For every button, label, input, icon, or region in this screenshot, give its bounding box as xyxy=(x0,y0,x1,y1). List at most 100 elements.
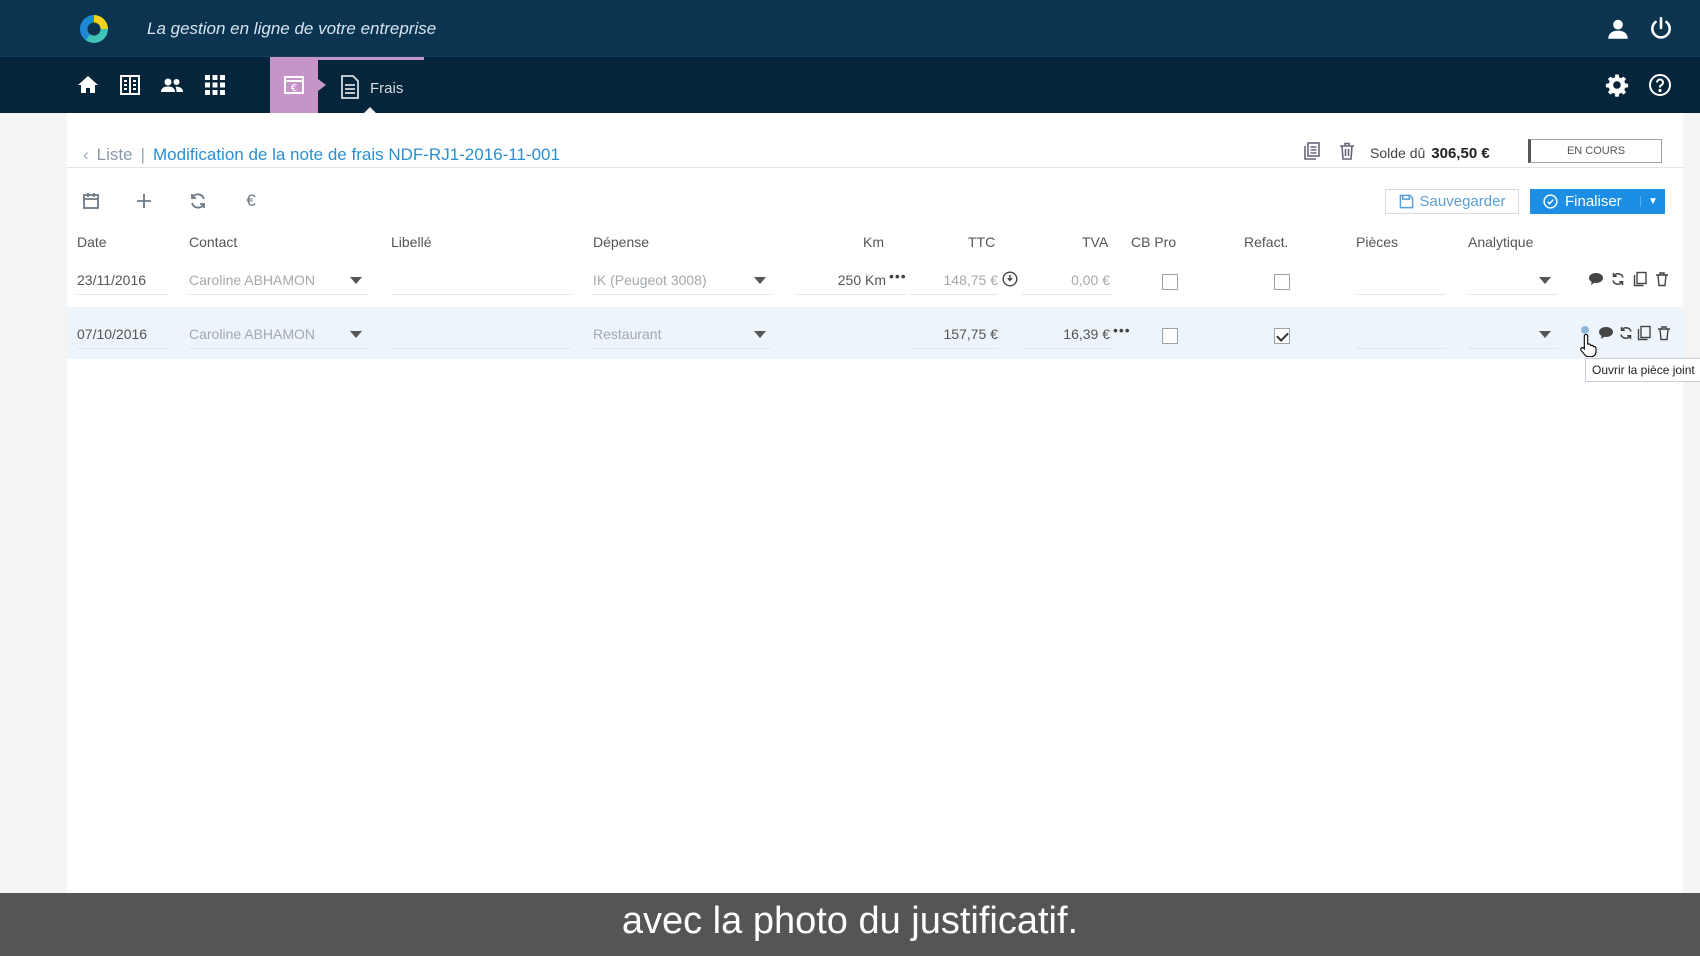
page-title: Modification de la note de frais NDF-RJ1… xyxy=(153,145,560,164)
chevron-down-icon[interactable] xyxy=(754,331,766,338)
field-underline xyxy=(77,348,167,349)
chevron-left-icon[interactable]: ‹ xyxy=(83,145,89,165)
field-underline xyxy=(77,294,167,295)
finalize-button[interactable]: Finaliser ▼ xyxy=(1530,189,1665,214)
help-icon[interactable] xyxy=(1648,73,1672,97)
euro-icon[interactable]: € xyxy=(240,190,262,212)
row-date[interactable]: 23/11/2016 xyxy=(77,272,146,288)
field-underline xyxy=(1356,348,1446,349)
field-underline xyxy=(1356,294,1446,295)
field-underline xyxy=(795,294,905,295)
add-icon[interactable] xyxy=(133,190,155,212)
col-header-pieces[interactable]: Pièces xyxy=(1356,234,1398,250)
home-icon[interactable] xyxy=(76,73,100,97)
expense-module-button[interactable]: € xyxy=(270,57,326,113)
row-depense[interactable]: IK (Peugeot 3008) xyxy=(593,272,707,288)
more-icon[interactable]: ••• xyxy=(889,268,907,284)
row-km[interactable]: 250 Km xyxy=(800,272,886,288)
field-underline xyxy=(1468,294,1558,295)
copy-icon[interactable] xyxy=(1632,271,1648,287)
field-underline xyxy=(189,294,367,295)
check-circle-icon xyxy=(1543,194,1558,209)
field-underline xyxy=(391,348,571,349)
gear-icon[interactable] xyxy=(1605,73,1629,97)
row-tva[interactable]: 0,00 € xyxy=(1030,272,1110,288)
comment-icon[interactable] xyxy=(1588,271,1604,287)
trash-icon[interactable] xyxy=(1654,271,1670,287)
field-underline xyxy=(189,348,367,349)
chevron-down-icon[interactable] xyxy=(1539,331,1551,338)
calendar-icon[interactable] xyxy=(80,190,102,212)
col-header-libelle[interactable]: Libellé xyxy=(391,234,431,250)
svg-text:€: € xyxy=(291,83,297,94)
chevron-down-icon[interactable] xyxy=(1539,277,1551,284)
field-underline xyxy=(1022,348,1112,349)
finalize-dropdown-toggle[interactable]: ▼ xyxy=(1640,196,1665,207)
chevron-down-icon[interactable] xyxy=(350,277,362,284)
col-header-cbpro[interactable]: CB Pro xyxy=(1131,234,1176,250)
tooltip: Ouvrir la pièce joint xyxy=(1585,358,1700,382)
info-icon[interactable] xyxy=(1002,271,1018,287)
users-icon[interactable] xyxy=(160,73,184,97)
trash-icon[interactable] xyxy=(1337,141,1357,161)
tagline: La gestion en ligne de votre entreprise xyxy=(147,19,437,38)
copy-icon[interactable] xyxy=(1302,141,1322,161)
breadcrumb: ‹ Liste | Modification de la note de fra… xyxy=(83,145,560,165)
expense-note-icon: € xyxy=(284,76,304,94)
col-header-ttc[interactable]: TTC xyxy=(968,234,995,250)
cbpro-checkbox[interactable] xyxy=(1162,274,1178,290)
col-header-contact[interactable]: Contact xyxy=(189,234,237,250)
chevron-down-icon[interactable] xyxy=(350,331,362,338)
field-underline xyxy=(1022,294,1112,295)
row-ttc[interactable]: 148,75 € xyxy=(910,272,999,288)
save-button-label: Sauvegarder xyxy=(1419,193,1506,210)
copy-icon[interactable] xyxy=(1636,325,1652,341)
col-header-tva[interactable]: TVA xyxy=(1082,234,1108,250)
trash-icon[interactable] xyxy=(1656,325,1672,341)
refact-checkbox[interactable] xyxy=(1274,274,1290,290)
col-header-depense[interactable]: Dépense xyxy=(593,234,649,250)
row-ttc[interactable]: 157,75 € xyxy=(910,326,999,342)
more-icon[interactable]: ••• xyxy=(1113,322,1131,338)
row-depense[interactable]: Restaurant xyxy=(593,326,661,342)
user-icon[interactable] xyxy=(1605,16,1631,42)
row-contact[interactable]: Caroline ABHAMON xyxy=(189,272,315,288)
status-badge: EN COURS xyxy=(1528,139,1662,163)
col-header-km[interactable]: Km xyxy=(863,234,884,250)
breadcrumb-back-link[interactable]: Liste xyxy=(97,145,133,165)
col-header-analytique[interactable]: Analytique xyxy=(1468,234,1533,250)
row-tva[interactable]: 16,39 € xyxy=(1030,326,1110,342)
chevron-down-icon[interactable] xyxy=(754,277,766,284)
balance-value: 306,50 € xyxy=(1431,145,1490,162)
power-icon[interactable] xyxy=(1648,16,1674,42)
video-subtitle: avec la photo du justificatif. xyxy=(621,900,1079,942)
finalize-button-label: Finaliser xyxy=(1565,193,1622,210)
refresh-icon[interactable] xyxy=(187,190,209,212)
col-header-refact[interactable]: Refact. xyxy=(1244,234,1288,250)
top-header: La gestion en ligne de votre entreprise xyxy=(0,0,1700,57)
balance-label: Solde dû xyxy=(1370,145,1426,161)
row-date[interactable]: 07/10/2016 xyxy=(77,326,147,342)
floppy-icon xyxy=(1399,194,1413,209)
comment-icon[interactable] xyxy=(1598,325,1614,341)
divider xyxy=(67,167,1683,168)
ledger-icon[interactable] xyxy=(118,73,142,97)
field-underline xyxy=(391,294,571,295)
cbpro-checkbox[interactable] xyxy=(1162,328,1178,344)
balance: Solde dû 306,50 € xyxy=(1370,145,1490,162)
hand-cursor-icon xyxy=(1580,333,1597,357)
col-header-date[interactable]: Date xyxy=(77,234,107,250)
apps-grid-icon[interactable] xyxy=(203,73,227,97)
refact-checkbox[interactable] xyxy=(1274,328,1290,344)
field-underline xyxy=(593,294,771,295)
row-contact[interactable]: Caroline ABHAMON xyxy=(189,326,315,342)
field-underline xyxy=(1468,348,1558,349)
refresh-icon[interactable] xyxy=(1610,271,1626,287)
tab-frais[interactable]: Frais xyxy=(318,57,424,113)
tab-label: Frais xyxy=(370,80,404,97)
refresh-icon[interactable] xyxy=(1618,325,1634,341)
field-underline xyxy=(910,294,998,295)
app-logo[interactable] xyxy=(80,15,108,43)
save-button[interactable]: Sauvegarder xyxy=(1385,189,1519,214)
field-underline xyxy=(593,348,771,349)
